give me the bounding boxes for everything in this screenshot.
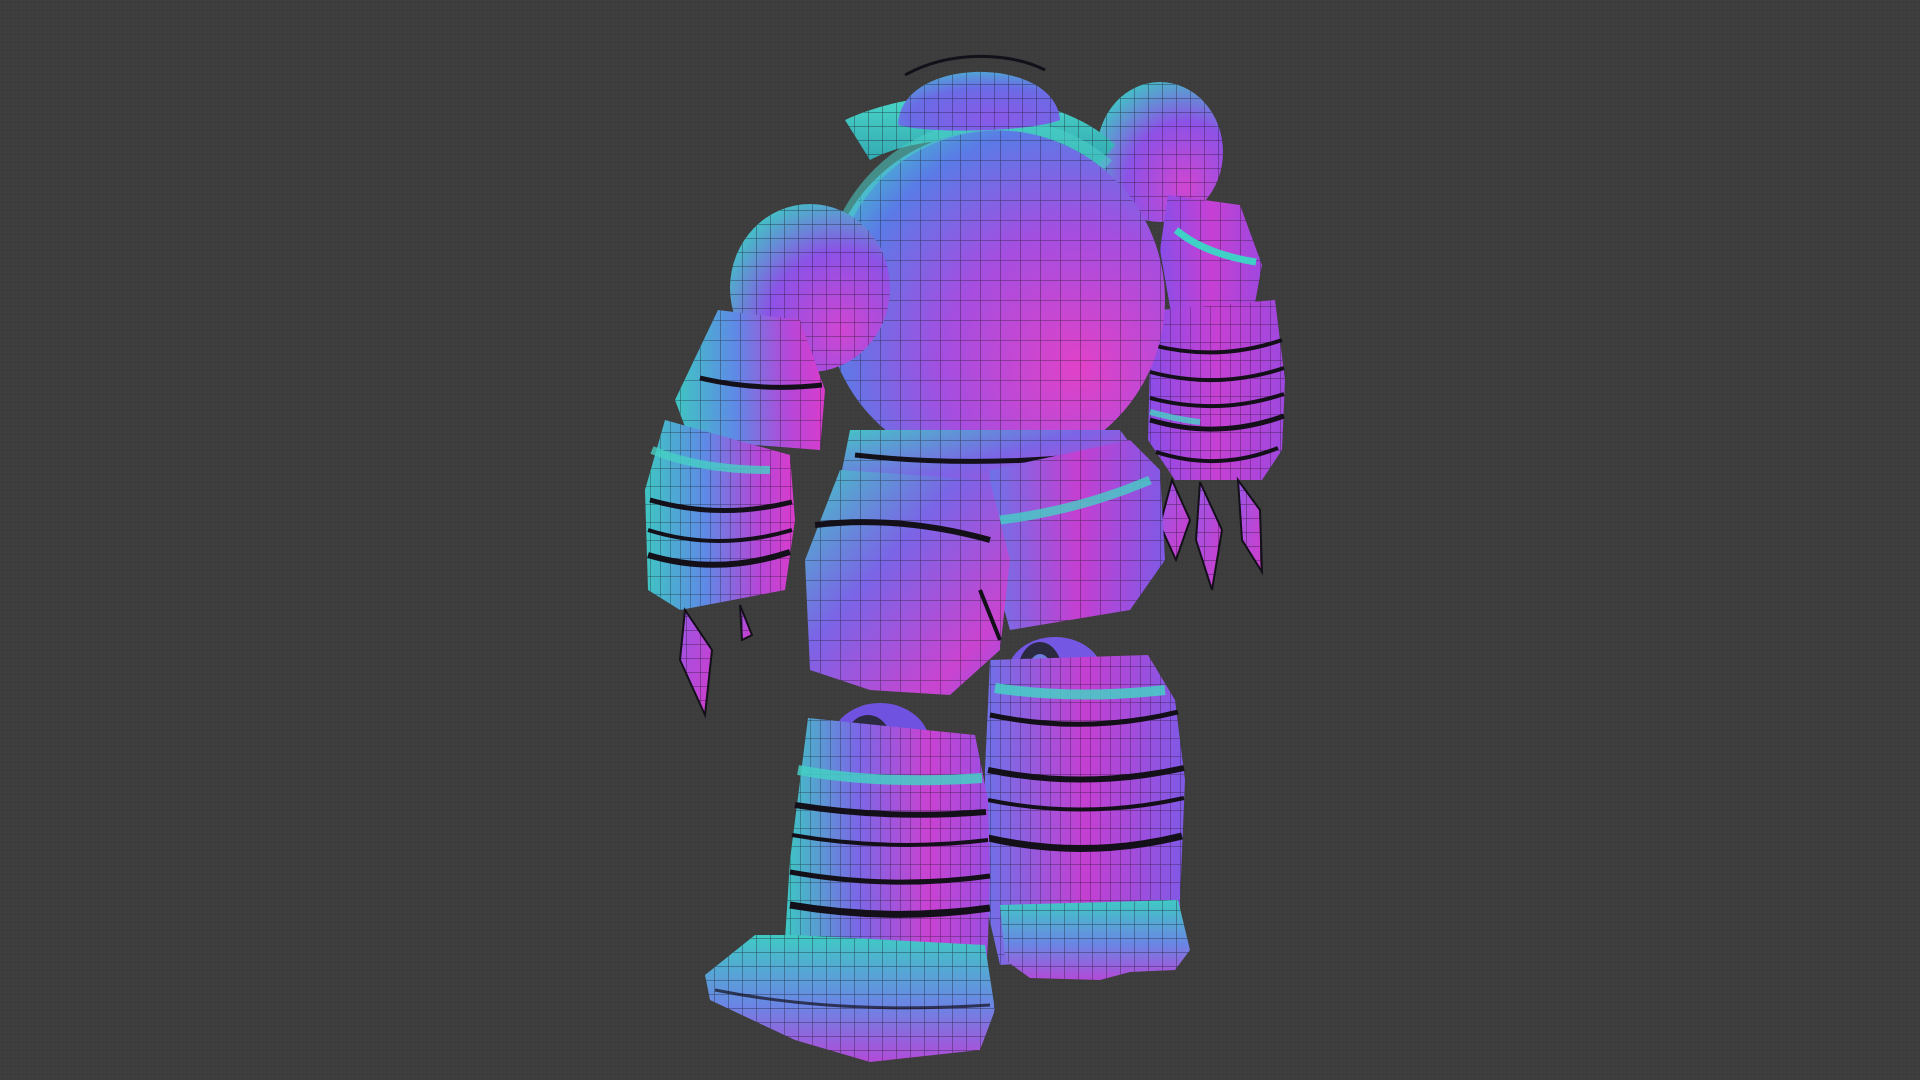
- 3d-viewport[interactable]: [0, 0, 1920, 1080]
- right-leg: [985, 637, 1190, 980]
- robot-wireframe-model: [0, 0, 1920, 1080]
